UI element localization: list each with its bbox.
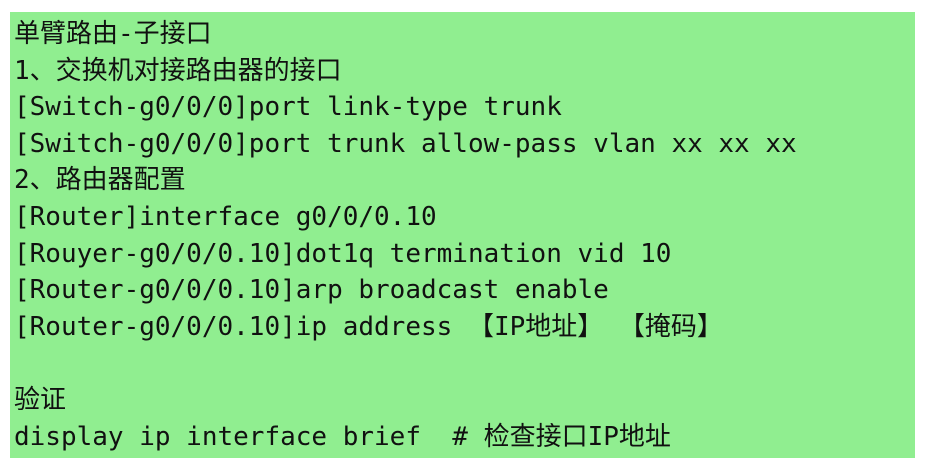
- command-line: [Router]interface g0/0/0.10: [14, 201, 437, 232]
- command-line: [Router-g0/0/0.10]ip address 【IP地址】 【掩码】: [14, 311, 723, 342]
- command-line: display ip interface brief # 检查接口IP地址: [14, 421, 671, 452]
- page: 单臂路由-子接口 1、交换机对接路由器的接口 [Switch-g0/0/0]po…: [0, 0, 927, 466]
- section-heading-switch: 1、交换机对接路由器的接口: [14, 55, 342, 86]
- command-line: [Router-g0/0/0.10]arp broadcast enable: [14, 275, 609, 306]
- command-line: [Switch-g0/0/0]port trunk allow-pass vla…: [14, 128, 797, 159]
- config-text-block: 单臂路由-子接口 1、交换机对接路由器的接口 [Switch-g0/0/0]po…: [14, 16, 797, 455]
- document-title: 单臂路由-子接口: [14, 19, 212, 49]
- command-line: [Switch-g0/0/0]port link-type trunk: [14, 92, 562, 123]
- section-heading-verify: 验证: [14, 384, 67, 415]
- command-line: [Rouyer-g0/0/0.10]dot1q termination vid …: [14, 238, 672, 269]
- section-heading-router: 2、路由器配置: [14, 165, 186, 196]
